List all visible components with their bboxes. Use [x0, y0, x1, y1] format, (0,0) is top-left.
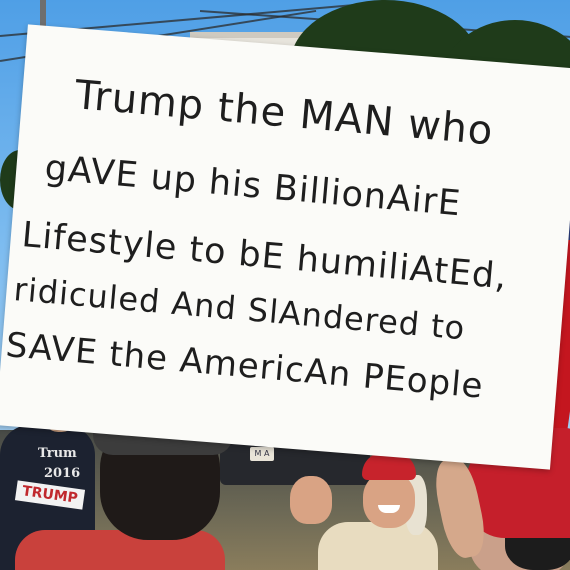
utility-pole: [40, 0, 46, 150]
shirt-text: Trum: [38, 446, 77, 461]
tree: [0, 150, 40, 210]
person-left-head: [42, 392, 78, 432]
man-cap: [93, 365, 233, 455]
dark-car: [220, 410, 370, 485]
license-plate: M A: [250, 447, 274, 461]
person-left-hand: [0, 380, 38, 408]
woman-waving-hand: [290, 476, 332, 524]
man-shirt: [15, 530, 225, 570]
woman-red-cap: [362, 452, 416, 480]
shirt-year: 2016: [44, 466, 81, 481]
photo-scene: M A Trum 2016 TRUMP: [0, 0, 570, 570]
woman-face: [363, 472, 415, 528]
